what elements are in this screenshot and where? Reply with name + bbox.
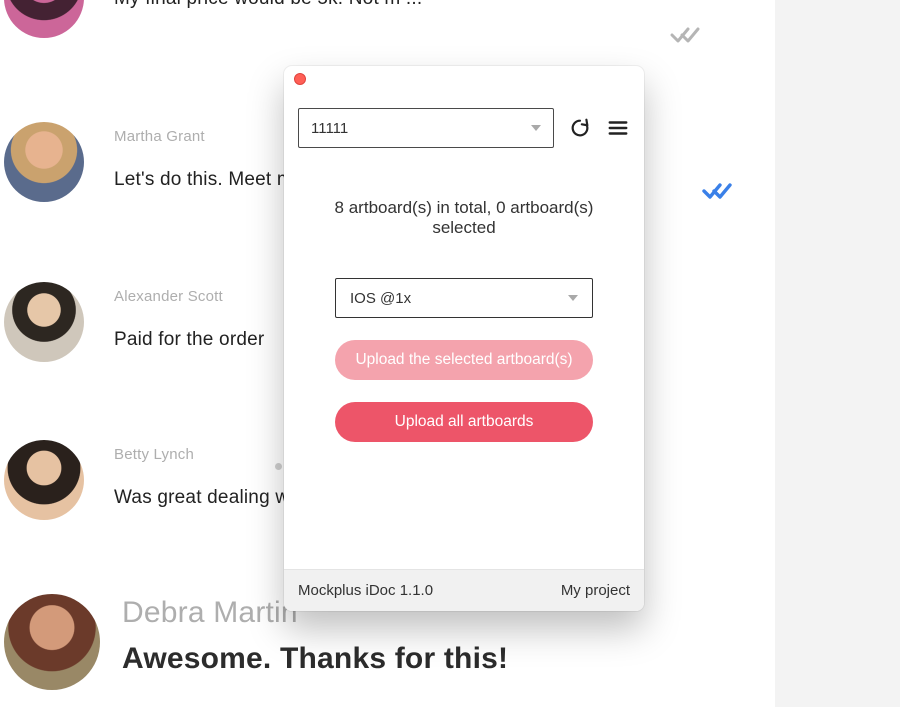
plugin-footer: Mockplus iDoc 1.1.0 My project [284,569,644,611]
plugin-window: 11111 8 artboard(s) in total, 0 artboard… [284,66,644,611]
avatar[interactable] [4,282,84,362]
upload-selected-button[interactable]: Upload the selected artboard(s) [335,340,593,380]
hamburger-icon [607,117,629,139]
project-link[interactable]: My project [561,582,630,599]
chevron-down-icon [531,125,541,131]
plugin-body: 8 artboard(s) in total, 0 artboard(s) se… [284,148,644,569]
artboard-status: 8 artboard(s) in total, 0 artboard(s) se… [304,198,624,238]
chat-message: Awesome. Thanks for this! [122,642,775,676]
chat-message: My final price would be 5k. Not m ... [114,0,775,10]
platform-select-value: IOS @1x [350,290,411,307]
chat-row[interactable]: My final price would be 5k. Not m ... [0,0,775,38]
refresh-icon [569,117,591,139]
project-select[interactable]: 11111 [298,108,554,148]
close-icon[interactable] [294,73,306,85]
project-select-value: 11111 [311,120,348,137]
read-receipt-icon [670,24,704,46]
plugin-toolbar: 11111 [284,92,644,148]
avatar[interactable] [4,0,84,38]
read-receipt-icon [702,180,736,202]
app-version: Mockplus iDoc 1.1.0 [298,582,433,599]
avatar[interactable] [4,440,84,520]
avatar[interactable] [4,594,100,690]
upload-all-button[interactable]: Upload all artboards [335,402,593,442]
chevron-down-icon [568,295,578,301]
platform-select[interactable]: IOS @1x [335,278,593,318]
refresh-button[interactable] [568,116,592,140]
avatar[interactable] [4,122,84,202]
window-titlebar[interactable] [284,66,644,92]
unread-dot-icon [275,463,282,470]
menu-button[interactable] [606,116,630,140]
